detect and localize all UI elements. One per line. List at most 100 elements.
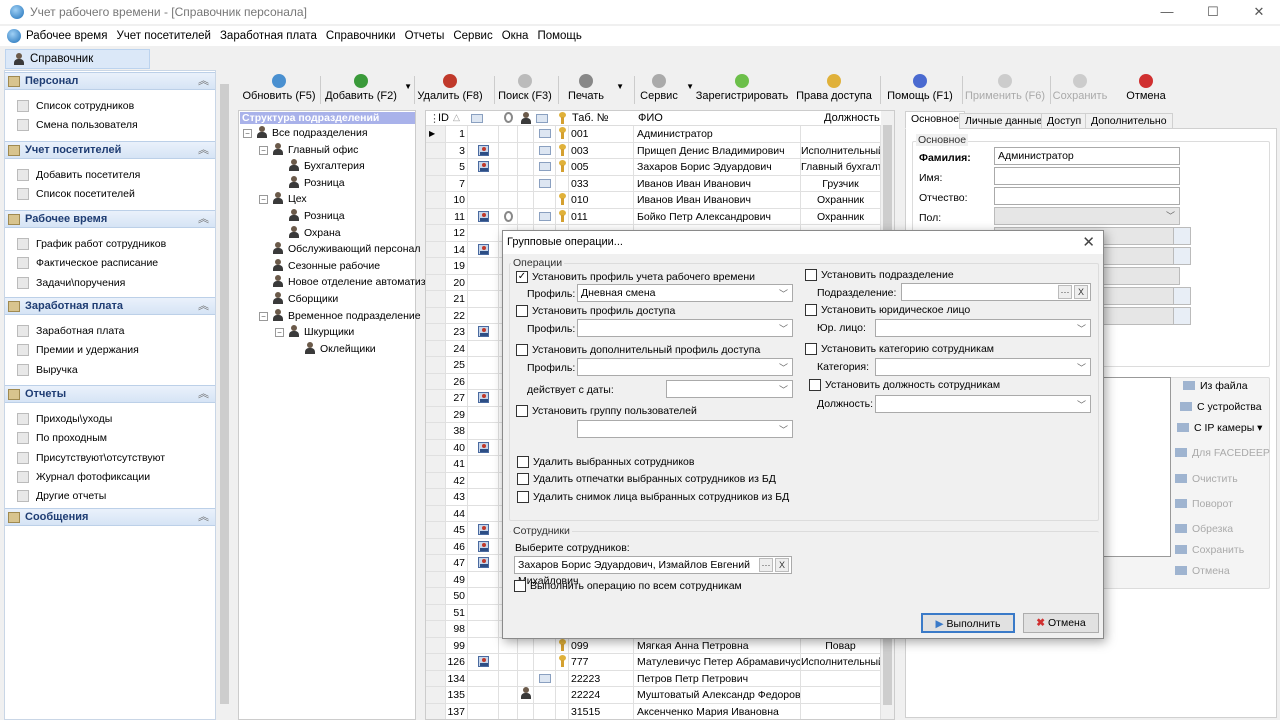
- all-employees-checkbox[interactable]: Выполнить операцию по всем сотрудникам: [514, 580, 742, 593]
- column-tab-number[interactable]: Таб. №: [572, 112, 609, 124]
- sidebar-item[interactable]: Фактическое расписание: [17, 256, 158, 270]
- menu-item[interactable]: Заработная плата: [220, 26, 317, 46]
- set-legal-checkbox[interactable]: Установить юридическое лицо: [805, 304, 970, 317]
- field-action-icon[interactable]: [1173, 307, 1191, 325]
- table-row[interactable]: ▶ 1 001 Администратор: [426, 126, 881, 143]
- sidebar-item[interactable]: Выручка: [17, 363, 78, 377]
- sidebar-item[interactable]: Список посетителей: [17, 187, 135, 201]
- checkbox-box[interactable]: ✓: [516, 271, 528, 283]
- field-input[interactable]: ﹀: [994, 207, 1180, 225]
- collapse-toggle-icon[interactable]: −: [259, 311, 268, 321]
- apply-button[interactable]: Применить (F6): [964, 72, 1046, 108]
- checkbox-box[interactable]: [517, 491, 529, 503]
- legal-entity-select[interactable]: ﹀: [875, 319, 1091, 337]
- table-row[interactable]: 99 099 Мягкая Анна Петровна Повар: [426, 637, 881, 654]
- photo-поворот-button[interactable]: Поворот: [1175, 498, 1233, 510]
- menu-item[interactable]: Рабочее время: [26, 26, 107, 46]
- column-fio[interactable]: ФИО: [638, 112, 663, 124]
- tree-node[interactable]: − Временное подразделение: [259, 308, 421, 323]
- sidebar-item[interactable]: Приходы\уходы: [17, 412, 112, 426]
- tree-node[interactable]: Сборщики: [259, 292, 338, 306]
- menu-item[interactable]: Учет посетителей: [116, 26, 211, 46]
- delete-user-button[interactable]: Удалить (F8): [416, 72, 484, 108]
- print-button[interactable]: Печать ▼: [560, 72, 624, 108]
- table-row[interactable]: 10 010 Иванов Иван Иванович Охранник: [426, 192, 881, 209]
- category-select[interactable]: ﹀: [875, 358, 1091, 376]
- sidebar-section-header[interactable]: Персонал ︽: [5, 72, 215, 90]
- selected-employees-field[interactable]: Захаров Борис Эдуардович, Измайлов Евген…: [514, 556, 792, 587]
- gear-button[interactable]: Сервис ▼: [636, 72, 694, 108]
- sidebar-section-header[interactable]: Отчеты ︽: [5, 385, 215, 403]
- field-input[interactable]: Администратор: [994, 147, 1180, 165]
- menu-item[interactable]: Сервис: [453, 26, 492, 46]
- browse-button[interactable]: ···: [1058, 285, 1072, 299]
- minimize-button[interactable]: —: [1144, 2, 1190, 22]
- set-user-group-checkbox[interactable]: Установить группу пользователей: [516, 405, 697, 418]
- set-category-checkbox[interactable]: Установить категорию сотрудникам: [805, 343, 994, 356]
- tab-доступ[interactable]: Доступ: [1041, 113, 1088, 129]
- add-user-button[interactable]: Добавить (F2) ▼: [322, 72, 412, 108]
- checkbox-box[interactable]: [517, 456, 529, 468]
- sidebar-section-header[interactable]: Учет посетителей ︽: [5, 141, 215, 159]
- photo-очистить-button[interactable]: Очистить: [1175, 473, 1238, 485]
- collapse-icon[interactable]: ︽: [198, 386, 209, 403]
- tab-личные-данные[interactable]: Личные данные: [959, 113, 1049, 129]
- search-button[interactable]: Поиск (F3): [496, 72, 554, 108]
- clear-button[interactable]: X: [775, 558, 789, 572]
- dialog-close-button[interactable]: ✕: [1082, 231, 1095, 254]
- table-row[interactable]: 3 003 Прищеп Денис Владимирович Исполнитель…: [426, 142, 881, 159]
- set-time-profile-checkbox[interactable]: ✓ Установить профиль учета рабочего време…: [516, 271, 755, 284]
- check-button[interactable]: Сохранить: [1052, 72, 1108, 108]
- photo-с-ip-камеры-button[interactable]: С IP камеры ▾: [1177, 422, 1262, 434]
- photo-обрезка-button[interactable]: Обрезка: [1175, 523, 1233, 535]
- department-field[interactable]: ··· X: [901, 283, 1091, 301]
- access-profile-select[interactable]: ﹀: [577, 319, 793, 337]
- close-button[interactable]: ✕: [1236, 2, 1280, 22]
- tree-node[interactable]: Бухгалтерия: [275, 159, 365, 173]
- table-row[interactable]: 126 777 Матулевичус Петер Абрамавичус Испол…: [426, 654, 881, 671]
- table-row[interactable]: 137 31515 Аксенченко Мария Ивановна: [426, 703, 881, 719]
- tab-основное[interactable]: Основное: [905, 111, 966, 129]
- sidebar-item[interactable]: По проходным: [17, 431, 107, 445]
- field-action-icon[interactable]: [1173, 247, 1191, 265]
- dropdown-arrow-icon[interactable]: ▼: [616, 82, 624, 91]
- set-position-checkbox[interactable]: Установить должность сотрудникам: [809, 379, 1000, 392]
- delete-employees-checkbox[interactable]: Удалить выбранных сотрудников: [517, 456, 694, 469]
- table-row[interactable]: 7 033 Иванов Иван Иванович Грузчик: [426, 175, 881, 192]
- tree-node[interactable]: Оклейщики: [291, 341, 376, 356]
- date-select[interactable]: ﹀: [666, 380, 793, 398]
- execute-button[interactable]: ▶ Выполнить: [921, 613, 1015, 633]
- time-profile-select[interactable]: Дневная смена ﹀: [577, 284, 793, 302]
- app-menu-icon[interactable]: [7, 29, 21, 43]
- field-action-icon[interactable]: [1173, 287, 1191, 305]
- delete-prints-checkbox[interactable]: Удалить отпечатки выбранных сотрудников …: [517, 473, 776, 486]
- checkbox-box[interactable]: [805, 269, 817, 281]
- sidebar-item[interactable]: Журнал фотофиксации: [17, 470, 150, 484]
- dropdown-arrow-icon[interactable]: ▼: [404, 82, 412, 91]
- sidebar-item[interactable]: Задачи\поручения: [17, 276, 125, 290]
- position-select[interactable]: ﹀: [875, 395, 1091, 413]
- checkbox-box[interactable]: [516, 305, 528, 317]
- checkbox-box[interactable]: [517, 473, 529, 485]
- document-tab[interactable]: Справочник персонала: [5, 49, 150, 83]
- tree-node[interactable]: − Главный офис: [259, 142, 358, 157]
- checkbox-box[interactable]: [805, 343, 817, 355]
- cancel-button[interactable]: ✖ Отмена: [1023, 613, 1099, 633]
- table-row[interactable]: 5 005 Захаров Борис Эдуардович Главный бухг…: [426, 159, 881, 176]
- sidebar-item[interactable]: Другие отчеты: [17, 489, 106, 503]
- collapse-toggle-icon[interactable]: −: [259, 145, 268, 155]
- sidebar-section-header[interactable]: Заработная плата ︽: [5, 297, 215, 315]
- set-department-checkbox[interactable]: Установить подразделение: [805, 269, 954, 282]
- menu-item[interactable]: Окна: [502, 26, 529, 46]
- column-id[interactable]: ID: [438, 112, 449, 124]
- tree-node[interactable]: Новое отделение автоматиз: [259, 275, 426, 289]
- browse-button[interactable]: ···: [759, 558, 773, 572]
- checkbox-box[interactable]: [514, 580, 526, 592]
- sidebar-item[interactable]: График работ сотрудников: [17, 237, 166, 251]
- checkbox-box[interactable]: [809, 379, 821, 391]
- help-button[interactable]: Помощь (F1): [882, 72, 958, 108]
- table-row[interactable]: 135 22224 Муштоватый Александр Федорович: [426, 687, 881, 704]
- collapse-icon[interactable]: ︽: [198, 509, 209, 526]
- tree-node[interactable]: Розница: [275, 209, 345, 223]
- sidebar-section-header[interactable]: Рабочее время ︽: [5, 210, 215, 228]
